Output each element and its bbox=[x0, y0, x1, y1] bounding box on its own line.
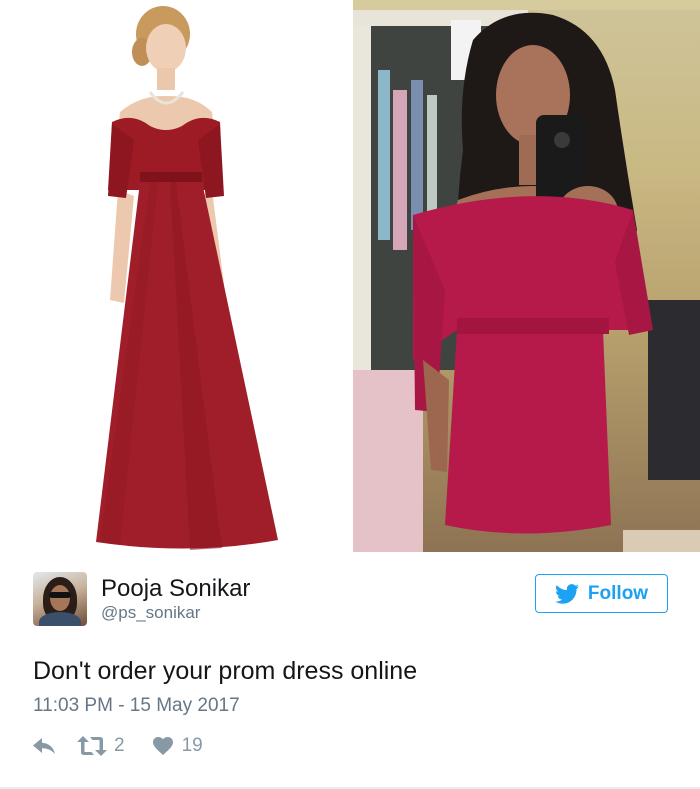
follow-button-label: Follow bbox=[587, 582, 649, 604]
follow-button[interactable]: Follow bbox=[535, 574, 668, 613]
tweet-timestamp[interactable]: 11:03 PM - 15 May 2017 bbox=[33, 695, 240, 717]
selfie-photo-drawing bbox=[353, 0, 700, 552]
author-handle[interactable]: @ps_sonikar bbox=[101, 603, 200, 623]
twitter-bird-icon bbox=[554, 583, 579, 604]
heart-icon bbox=[152, 737, 173, 755]
product-photo-drawing bbox=[96, 6, 278, 550]
like-count: 19 bbox=[181, 735, 203, 756]
like-button[interactable]: 19 bbox=[152, 735, 203, 757]
avatar-face bbox=[50, 585, 70, 611]
reply-button[interactable] bbox=[33, 738, 55, 754]
retweet-button[interactable]: 2 bbox=[77, 735, 125, 757]
avatar-sunglasses bbox=[49, 592, 71, 598]
tweet-media[interactable] bbox=[0, 0, 700, 552]
avatar[interactable] bbox=[33, 572, 87, 626]
selfie-photo[interactable] bbox=[353, 0, 700, 552]
tweet-actions: 2 19 bbox=[33, 734, 203, 758]
product-photo[interactable] bbox=[0, 0, 350, 552]
reply-icon bbox=[33, 738, 55, 754]
avatar-shirt bbox=[39, 612, 81, 626]
tweet-text: Don't order your prom dress online bbox=[33, 657, 418, 685]
retweet-count: 2 bbox=[114, 735, 125, 756]
retweet-icon bbox=[77, 736, 107, 756]
author-display-name[interactable]: Pooja Sonikar bbox=[101, 575, 250, 603]
